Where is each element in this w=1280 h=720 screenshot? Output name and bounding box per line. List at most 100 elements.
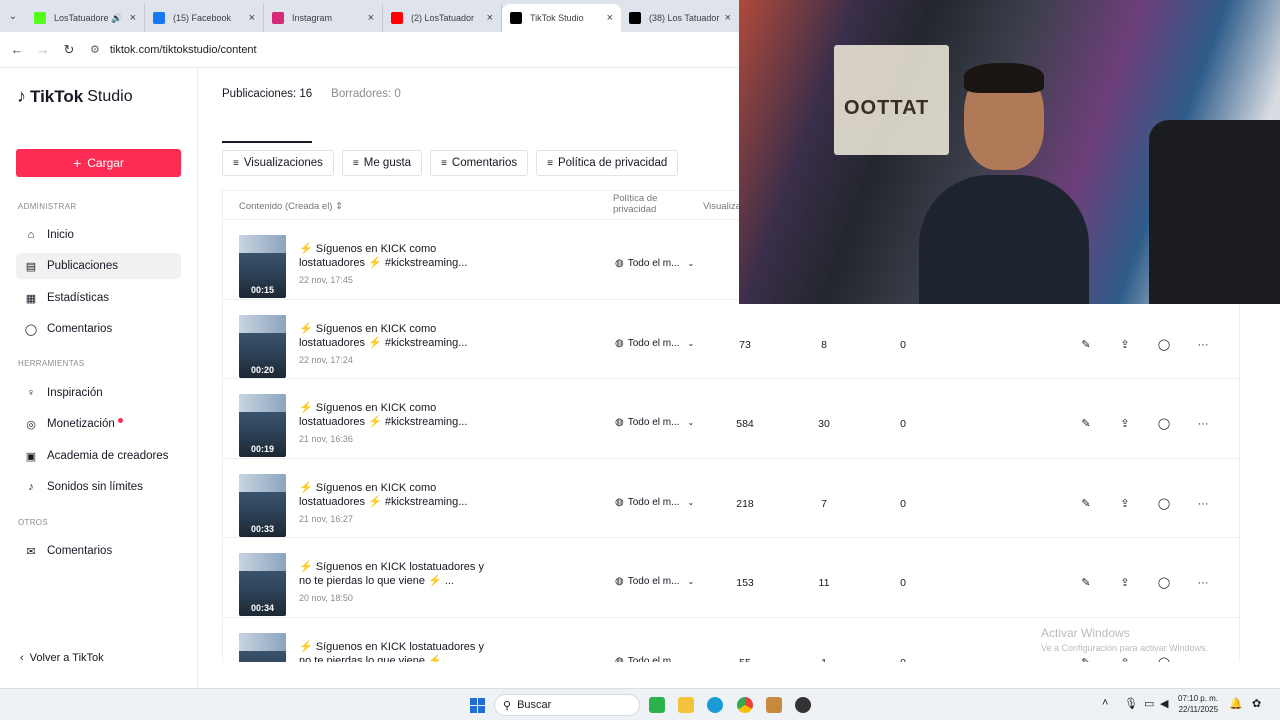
edit-icon[interactable]: ✎ (1077, 415, 1095, 433)
copilot-icon[interactable]: ✿ (1252, 697, 1261, 710)
edit-icon[interactable]: ✎ (1077, 574, 1095, 592)
more-options-icon[interactable]: ··· (1194, 336, 1212, 354)
comment-icon[interactable]: ◯ (1155, 336, 1173, 354)
back-to-tiktok-link[interactable]: ‹ Volver a TikTok (20, 652, 104, 664)
video-thumbnail[interactable] (239, 632, 286, 662)
sort-chip[interactable]: ≡ Comentarios (430, 150, 529, 176)
more-options-icon[interactable]: ··· (1194, 415, 1212, 433)
browser-tab[interactable]: Instagram × (264, 4, 383, 32)
views-count: 55 (725, 657, 765, 663)
close-icon[interactable]: × (607, 12, 613, 24)
comment-icon[interactable]: ◯ (1155, 654, 1173, 663)
privacy-dropdown[interactable]: ◍ Todo el m... ⌄ (615, 258, 694, 269)
share-icon[interactable]: ⇪ (1116, 574, 1134, 592)
url-field[interactable]: ⚙ tiktok.com/tiktokstudio/content (90, 37, 740, 63)
privacy-dropdown[interactable]: ◍ Todo el m... ⌄ (615, 497, 694, 508)
edit-icon[interactable]: ✎ (1077, 495, 1095, 513)
table-row[interactable]: 00:19 ⚡ Síguenos en KICK como lostatuador… (223, 378, 1239, 457)
chevron-up-icon[interactable]: ˄ (1102, 697, 1108, 709)
volume-icon[interactable]: ◀ (1160, 697, 1168, 710)
microphone-icon[interactable]: 🎙 (1124, 697, 1138, 710)
col-content-header[interactable]: Contenido (Creada el) ⇕ (239, 201, 343, 212)
recording-app-icon[interactable] (795, 697, 811, 713)
browser-tab[interactable]: (15) Facebook × (145, 4, 264, 32)
col-views-header[interactable]: Visualiza (703, 201, 741, 212)
tab-posts[interactable]: Publicaciones: 16 (222, 88, 312, 122)
sidebar-item[interactable]: ◯ Comentarios (16, 316, 181, 342)
sidebar-item[interactable]: ◎ Monetización (16, 411, 181, 437)
reload-icon[interactable]: ↻ (56, 42, 82, 58)
table-row[interactable]: 00:33 ⚡ Síguenos en KICK como lostatuador… (223, 457, 1239, 537)
close-icon[interactable]: × (249, 12, 255, 24)
privacy-dropdown[interactable]: ◍ Todo el m... ⌄ (615, 338, 694, 349)
edge-icon[interactable] (707, 697, 723, 713)
sidebar-item[interactable]: ♪ Sonidos sin límites (16, 474, 181, 500)
more-options-icon[interactable]: ··· (1194, 654, 1212, 663)
privacy-dropdown[interactable]: ◍ Todo el m... ⌄ (615, 656, 694, 663)
network-icon[interactable]: ▭ (1144, 697, 1154, 710)
sidebar-item[interactable]: ▦ Estadísticas (16, 285, 181, 311)
close-icon[interactable]: × (487, 12, 493, 24)
video-caption[interactable]: ⚡ Síguenos en KICK como lostatuadores ⚡ … (299, 401, 499, 429)
share-icon[interactable]: ⇪ (1116, 495, 1134, 513)
video-thumbnail[interactable]: 00:34 (239, 553, 286, 616)
close-icon[interactable]: × (725, 12, 731, 24)
close-icon[interactable]: × (368, 12, 374, 24)
taskbar-search[interactable]: ⚲ Buscar (494, 694, 640, 716)
windows-start-icon[interactable] (470, 698, 485, 713)
video-caption[interactable]: ⚡ Síguenos en KICK lostatuadores y no te… (299, 560, 499, 588)
sort-chip[interactable]: ≡ Política de privacidad (536, 150, 679, 176)
video-thumbnail[interactable]: 00:15 (239, 235, 286, 298)
comment-icon[interactable]: ◯ (1155, 574, 1173, 592)
close-icon[interactable]: × (130, 12, 136, 24)
browser-tab[interactable]: TikTok Studio × (502, 4, 621, 32)
privacy-dropdown[interactable]: ◍ Todo el m... ⌄ (615, 417, 694, 428)
comment-icon[interactable]: ◯ (1155, 495, 1173, 513)
sidebar-item[interactable]: ▣ Academia de creadores (16, 443, 181, 469)
tiktok-studio-logo[interactable]: ♪ TikTok Studio (17, 86, 133, 107)
browser-tab[interactable]: LosTatuadore 🔊 × (26, 4, 145, 32)
more-options-icon[interactable]: ··· (1194, 574, 1212, 592)
share-icon[interactable]: ⇪ (1116, 415, 1134, 433)
sidebar-item[interactable]: ✉ Comentarios (16, 538, 181, 564)
sidebar-item[interactable]: ▤ Publicaciones (16, 253, 181, 279)
site-info-icon[interactable]: ⚙ (90, 43, 100, 56)
globe-icon: ◍ (615, 337, 624, 349)
share-icon[interactable]: ⇪ (1116, 336, 1134, 354)
sort-chip[interactable]: ≡ Me gusta (341, 150, 423, 176)
sidebar-item[interactable]: ⌂ Inicio (16, 222, 181, 248)
taskbar-clock[interactable]: 07:10 p. m. 22/11/2025 (1178, 693, 1218, 715)
back-arrow-icon[interactable]: ← (4, 42, 30, 57)
share-icon[interactable]: ⇪ (1116, 654, 1134, 663)
notification-bell-icon[interactable]: 🔔 (1229, 697, 1243, 710)
sidebar-item[interactable]: ♀ Inspiración (16, 380, 181, 406)
table-row[interactable]: 00:20 ⚡ Síguenos en KICK como lostatuador… (223, 298, 1239, 378)
file-explorer-icon[interactable] (678, 697, 694, 713)
upload-button[interactable]: + Cargar (16, 149, 181, 177)
tab-search-button[interactable]: ⌄ (0, 0, 26, 32)
browser-tab[interactable]: (2) LosTatuador × (383, 4, 502, 32)
comment-icon[interactable]: ◯ (1155, 415, 1173, 433)
edit-icon[interactable]: ✎ (1077, 654, 1095, 663)
video-caption[interactable]: ⚡ Síguenos en KICK lostatuadores y no te… (299, 640, 499, 663)
video-thumbnail[interactable]: 00:20 (239, 314, 286, 378)
tab-drafts[interactable]: Borradores: 0 (331, 88, 401, 122)
forward-arrow-icon[interactable]: → (30, 42, 56, 57)
chrome-icon[interactable] (737, 697, 753, 713)
streamer (919, 55, 1089, 304)
browser-tab[interactable]: (38) Los Tatuador × (621, 4, 740, 32)
speaker-icon[interactable]: 🔊 (111, 13, 122, 24)
table-row[interactable]: 00:34 ⚡ Síguenos en KICK lostatuadores y … (223, 537, 1239, 616)
video-thumbnail[interactable]: 00:19 (239, 394, 286, 457)
whatsapp-icon[interactable] (649, 697, 665, 713)
video-caption[interactable]: ⚡ Síguenos en KICK como lostatuadores ⚡ … (299, 242, 499, 270)
edit-icon[interactable]: ✎ (1077, 336, 1095, 354)
lightning-icon: ⚡ (368, 336, 382, 349)
privacy-dropdown[interactable]: ◍ Todo el m... ⌄ (615, 576, 694, 587)
video-caption[interactable]: ⚡ Síguenos en KICK como lostatuadores ⚡ … (299, 322, 499, 350)
more-options-icon[interactable]: ··· (1194, 495, 1212, 513)
video-thumbnail[interactable]: 00:33 (239, 473, 286, 537)
video-caption[interactable]: ⚡ Síguenos en KICK como lostatuadores ⚡ … (299, 481, 499, 509)
app-icon[interactable] (766, 697, 782, 713)
sort-chip[interactable]: ≡ Visualizaciones (222, 150, 334, 176)
